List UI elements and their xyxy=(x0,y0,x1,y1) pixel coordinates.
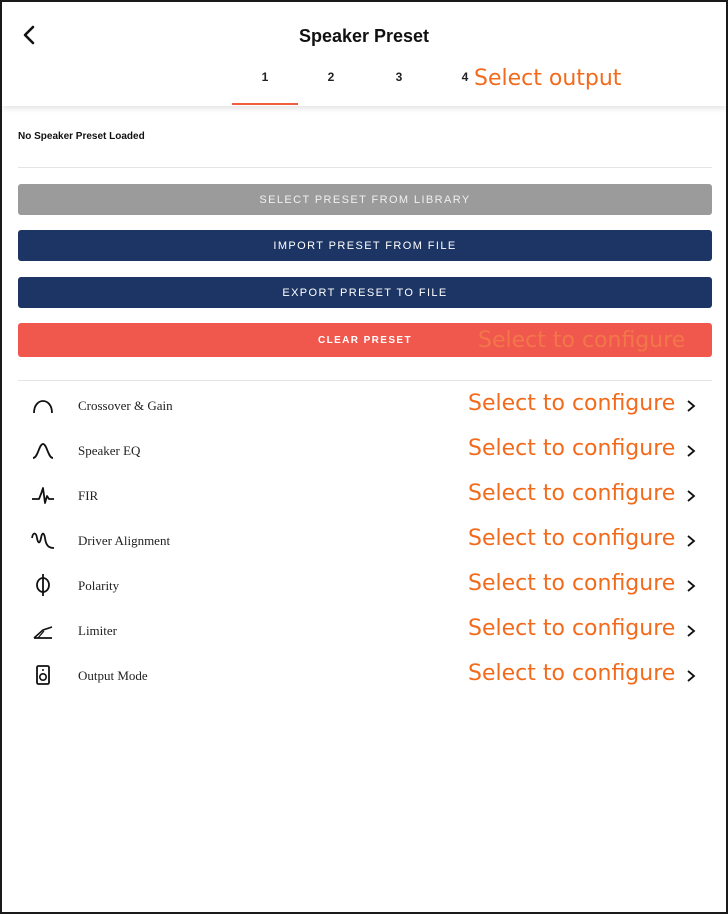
configure-annotation: Select to configure xyxy=(468,436,676,461)
chevron-right-icon xyxy=(687,400,696,412)
menu-item-label: Output Mode xyxy=(78,668,148,683)
select-preset-library-button[interactable]: SELECT PRESET FROM LIBRARY xyxy=(18,184,712,215)
page-title: Speaker Preset xyxy=(298,26,430,46)
import-preset-button[interactable]: IMPORT PRESET FROM FILE xyxy=(18,230,712,261)
menu-item-fir[interactable]: FIR Select to configure xyxy=(18,475,712,515)
driver-alignment-icon xyxy=(31,532,55,549)
chevron-right-icon xyxy=(687,625,696,637)
configure-annotation: Select to configure xyxy=(468,571,676,596)
speaker-eq-icon xyxy=(32,443,54,459)
configure-annotation: Select to configure xyxy=(468,616,676,641)
export-preset-button[interactable]: EXPORT PRESET TO FILE xyxy=(18,277,712,308)
configure-annotation: Select to configure xyxy=(468,526,676,551)
menu-item-label: Driver Alignment xyxy=(78,533,171,548)
menu-item-polarity[interactable]: Polarity Select to configure xyxy=(18,565,712,605)
menu-item-label: FIR xyxy=(78,488,99,503)
configure-annotation: Select to configure xyxy=(468,661,676,686)
active-tab-indicator xyxy=(232,103,298,105)
menu-item-speaker-eq[interactable]: Speaker EQ Select to configure xyxy=(18,430,712,470)
chevron-right-icon xyxy=(687,670,696,682)
chevron-right-icon xyxy=(687,535,696,547)
divider xyxy=(18,380,712,381)
menu-item-output-mode[interactable]: Output Mode Select to configure xyxy=(18,655,712,695)
chevron-right-icon xyxy=(687,580,696,592)
output-mode-icon xyxy=(36,665,50,685)
menu-item-limiter[interactable]: Limiter Select to configure xyxy=(18,610,712,650)
menu-item-label: Crossover & Gain xyxy=(78,398,173,413)
crossover-icon xyxy=(33,400,53,414)
tab-output-2[interactable]: 2 xyxy=(298,70,364,84)
select-output-annotation: Select output xyxy=(474,66,622,91)
menu-item-crossover-gain[interactable]: Crossover & Gain Select to configure xyxy=(18,385,712,425)
header: Speaker Preset 1 2 3 4 Select output xyxy=(2,2,726,106)
menu-item-driver-alignment[interactable]: Driver Alignment Select to configure xyxy=(18,520,712,560)
chevron-right-icon xyxy=(687,445,696,457)
menu-item-label: Polarity xyxy=(78,578,120,593)
menu-item-label: Limiter xyxy=(78,623,117,638)
configure-annotation: Select to configure xyxy=(468,391,676,416)
tab-output-3[interactable]: 3 xyxy=(366,70,432,84)
chevron-right-icon xyxy=(687,490,696,502)
tab-output-1[interactable]: 1 xyxy=(232,70,298,84)
app-window: Speaker Preset 1 2 3 4 Select output No … xyxy=(0,0,728,914)
clear-preset-annotation: Select to configure xyxy=(478,328,686,353)
divider xyxy=(18,167,712,168)
configure-annotation: Select to configure xyxy=(468,481,676,506)
polarity-icon xyxy=(36,574,50,596)
menu-item-label: Speaker EQ xyxy=(78,443,141,458)
preset-status: No Speaker Preset Loaded xyxy=(18,131,145,142)
fir-icon xyxy=(32,487,54,504)
limiter-icon xyxy=(33,626,53,639)
